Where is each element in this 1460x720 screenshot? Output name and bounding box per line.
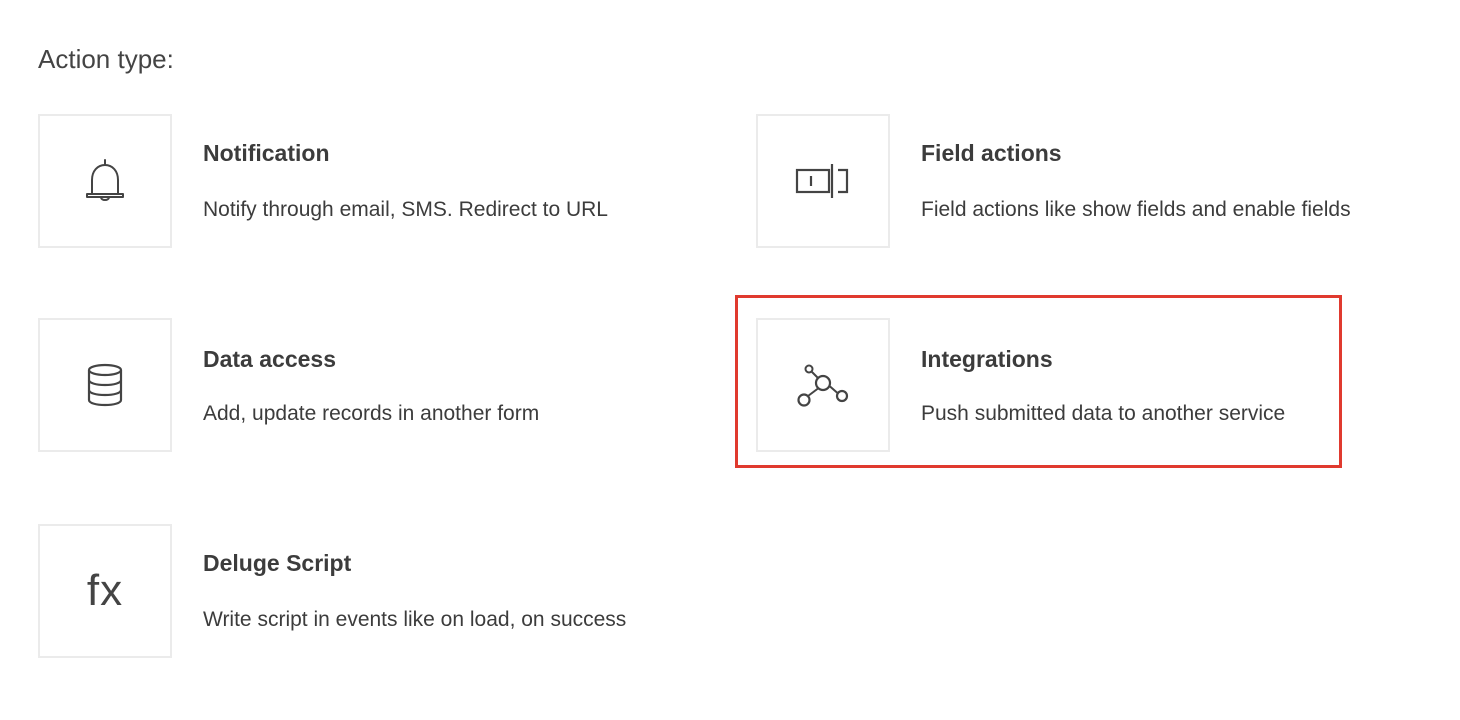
notification-description: Notify through email, SMS. Redirect to U…	[203, 198, 608, 221]
action-card-integrations[interactable]: Integrations Push submitted data to anot…	[756, 318, 1436, 452]
network-nodes-icon	[797, 364, 849, 407]
action-card-field-actions[interactable]: Field actions Field actions like show fi…	[756, 114, 1436, 248]
integrations-icon-box[interactable]	[756, 318, 890, 452]
data-access-description: Add, update records in another form	[203, 402, 540, 425]
deluge-script-icon-box[interactable]: fx	[38, 524, 172, 658]
data-access-title: Data access	[203, 346, 336, 372]
action-card-data-access[interactable]: Data access Add, update records in anoth…	[38, 318, 718, 452]
notification-title: Notification	[203, 140, 330, 166]
action-card-deluge-script[interactable]: fx Deluge Script Write script in events …	[38, 524, 718, 658]
deluge-script-title: Deluge Script	[203, 550, 352, 576]
fx-icon: fx	[86, 566, 124, 615]
field-actions-icon-box[interactable]	[756, 114, 890, 248]
action-type-heading: Action type:	[38, 44, 174, 74]
field-toggle-icon	[795, 164, 849, 198]
action-card-notification[interactable]: Notification Notify through email, SMS. …	[38, 114, 718, 248]
database-icon	[87, 363, 123, 407]
data-access-icon-box[interactable]	[38, 318, 172, 452]
field-actions-title: Field actions	[921, 140, 1062, 166]
notification-icon-box[interactable]	[38, 114, 172, 248]
bell-icon	[86, 159, 124, 201]
field-actions-description: Field actions like show fields and enabl…	[921, 198, 1351, 221]
integrations-description: Push submitted data to another service	[921, 402, 1286, 425]
integrations-title: Integrations	[921, 346, 1053, 372]
deluge-script-description: Write script in events like on load, on …	[203, 608, 627, 631]
action-type-page: Action type: Notification Notify through…	[0, 0, 1460, 720]
